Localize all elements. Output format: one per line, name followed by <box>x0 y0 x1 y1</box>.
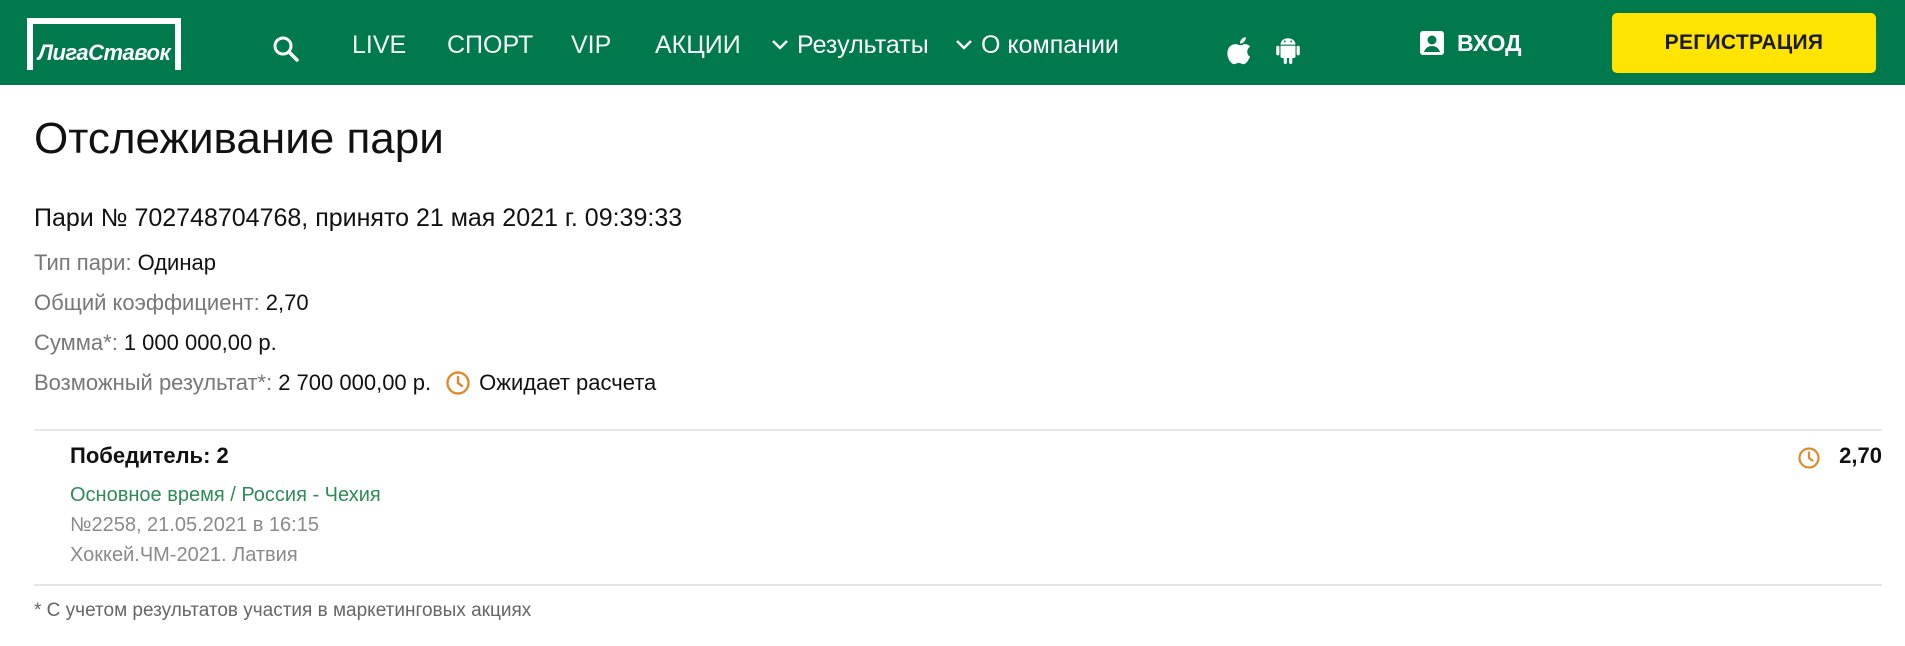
possible-result-label: Возможный результат*: <box>34 370 273 395</box>
nav-promos[interactable]: АКЦИИ <box>655 30 741 60</box>
chevron-down-icon <box>956 40 972 50</box>
bet-type-label: Тип пари: <box>34 250 132 275</box>
divider <box>34 429 1882 431</box>
nav-live[interactable]: LIVE <box>352 30 406 60</box>
selection-league: Хоккей.ЧМ-2021. Латвия <box>70 544 298 566</box>
divider <box>34 584 1882 586</box>
possible-result-value: 2 700 000,00 р. <box>278 370 432 395</box>
stake-label: Сумма*: <box>34 330 118 355</box>
total-odds-value: 2,70 <box>265 290 309 315</box>
bet-type-row: Тип пари: Одинар <box>34 250 216 276</box>
bet-status: Ожидает расчета <box>445 370 656 396</box>
register-button[interactable]: РЕГИСТРАЦИЯ <box>1612 13 1876 73</box>
possible-result-row: Возможный результат*: 2 700 000,00 р. Ож… <box>34 370 656 396</box>
bet-status-label: Ожидает расчета <box>479 370 657 395</box>
chevron-down-icon <box>772 40 788 50</box>
total-odds-row: Общий коэффициент: 2,70 <box>34 290 309 316</box>
selection-outcome: Победитель: 2 <box>70 443 229 468</box>
stake-value: 1 000 000,00 р. <box>123 330 277 355</box>
nav-about-label: О компании <box>981 30 1119 59</box>
liga-stavok-logo[interactable]: ЛигаСтавок <box>27 18 181 70</box>
login-button[interactable]: ВХОД <box>1419 28 1521 58</box>
user-icon <box>1420 31 1444 55</box>
total-odds-label: Общий коэффициент: <box>34 290 260 315</box>
selection-event-info: №2258, 21.05.2021 в 16:15 <box>70 514 319 536</box>
apple-icon[interactable] <box>1227 35 1255 65</box>
search-icon[interactable] <box>272 35 300 63</box>
nav-results[interactable]: Результаты <box>771 30 929 60</box>
bet-type-value: Одинар <box>137 250 216 275</box>
stake-row: Сумма*: 1 000 000,00 р. <box>34 330 277 356</box>
android-icon[interactable] <box>1274 35 1302 65</box>
bet-header: Пари № 702748704768, принято 21 мая 2021… <box>34 204 683 232</box>
nav-results-label: Результаты <box>797 30 929 59</box>
clock-icon <box>1798 447 1820 469</box>
nav-vip[interactable]: VIP <box>571 30 611 60</box>
logo-text: ЛигаСтавок <box>33 24 175 70</box>
login-label: ВХОД <box>1457 29 1522 56</box>
footnote: * С учетом результатов участия в маркети… <box>34 600 532 621</box>
selection-event-link[interactable]: Основное время / Россия - Чехия <box>70 484 381 507</box>
page-title: Отслеживание пари <box>34 114 444 163</box>
clock-icon <box>446 371 470 395</box>
selection-odds: 2,70 <box>1839 443 1882 468</box>
top-navbar: ЛигаСтавок LIVE СПОРТ VIP АКЦИИ Результа… <box>0 0 1905 85</box>
nav-about[interactable]: О компании <box>955 30 1119 60</box>
nav-sport[interactable]: СПОРТ <box>447 30 533 60</box>
